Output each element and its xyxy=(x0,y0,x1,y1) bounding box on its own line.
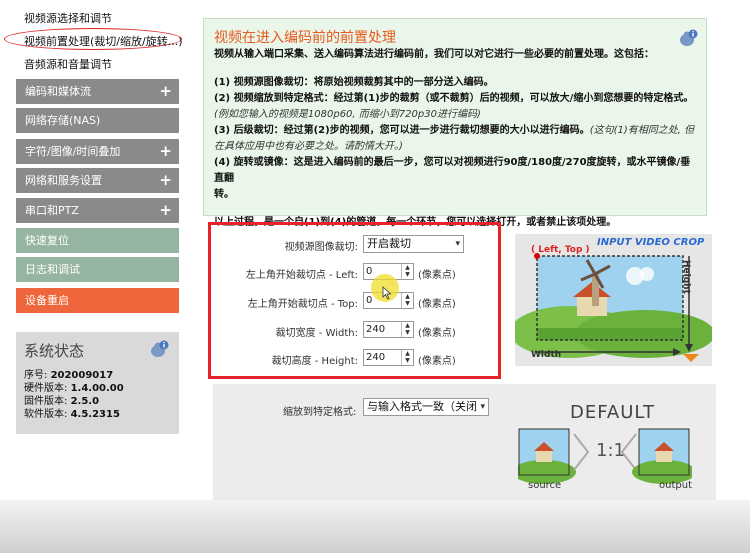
menu-logs-debug[interactable]: 日志和调试 xyxy=(16,257,179,282)
scale-figure-title: DEFAULT xyxy=(570,402,655,423)
menu-label: 网络和服务设置 xyxy=(25,174,102,187)
menu-serial-ptz[interactable]: 串口和PTZ + xyxy=(16,198,179,223)
info-item-1: (1) 视频源图像裁切：将原始视频裁剪其中的一部分送入编码。 xyxy=(214,77,494,88)
spinner-arrows-icon[interactable]: ▲ ▼ xyxy=(401,264,413,279)
crop-width-unit: (像素点) xyxy=(418,328,456,339)
expand-plus-icon: + xyxy=(159,82,172,100)
crop-mode-label: 视频源图像裁切: xyxy=(284,242,358,253)
menu-label: 编码和媒体流 xyxy=(25,85,91,98)
menu-network-services[interactable]: 网络和服务设置 + xyxy=(16,168,179,193)
status-row-firmware: 固件版本: 2.5.0 xyxy=(24,396,100,407)
menu-label: 日志和调试 xyxy=(25,263,80,276)
info-panel: 视频在进入编码前的前置处理 视频从输入端口采集、送入编码算法进行编码前，我们可以… xyxy=(203,18,707,228)
menu-quick-reset[interactable]: 快速复位 xyxy=(16,228,179,253)
menu-device-reboot[interactable]: 设备重启 xyxy=(16,288,179,313)
status-row-serial: 序号: 202009017 xyxy=(24,370,114,381)
crop-figure-title: INPUT VIDEO CROP xyxy=(597,237,705,248)
info-person-icon xyxy=(151,340,169,357)
menu-label: 设备重启 xyxy=(25,294,69,307)
scale-format-select[interactable]: 与输入格式一致（关闭 ▾ xyxy=(363,398,489,416)
crop-height-label: 裁切高度 - Height: xyxy=(271,356,358,367)
spinner-arrows-icon[interactable]: ▲ ▼ xyxy=(401,350,413,365)
nav-link-video-preprocess[interactable]: 视频前置处理(裁切/缩放/旋转...) xyxy=(24,33,182,49)
menu-label: 字符/图像/时间叠加 xyxy=(25,145,121,158)
crop-height-unit: (像素点) xyxy=(418,356,456,367)
crop-mode-select[interactable]: 开启裁切 ▾ xyxy=(363,235,464,253)
status-title: 系统状态 xyxy=(24,342,85,360)
menu-network-storage[interactable]: 网络存储(NAS) xyxy=(16,108,179,133)
scale-label: 缩放到特定格式: xyxy=(283,407,357,418)
spinner-arrows-icon[interactable]: ▲ ▼ xyxy=(401,293,413,308)
chevron-down-icon: ▾ xyxy=(480,402,485,412)
nav-link-video-source[interactable]: 视频源选择和调节 xyxy=(24,10,112,26)
expand-plus-icon: + xyxy=(159,171,172,189)
info-item-3: (3) 后级裁切：经过第(2)步的视频，您可以进一步进行裁切想要的大小以进行编码… xyxy=(214,125,695,152)
chevron-down-icon: ▾ xyxy=(455,239,460,249)
crop-figure-corner: ( Left, Top ) xyxy=(531,245,590,255)
crop-width-input[interactable]: 240 ▲ ▼ xyxy=(363,321,414,338)
crop-width-label: 裁切宽度 - Width: xyxy=(275,328,358,339)
status-row-hardware: 硬件版本: 1.4.00.00 xyxy=(24,383,124,394)
info-item-2: (2) 视频缩放到特定格式：经过第(1)步的裁剪（或不裁剪）后的视频，可以放大/… xyxy=(214,93,694,120)
menu-label: 网络存储(NAS) xyxy=(25,114,101,127)
expand-plus-icon: + xyxy=(159,201,172,219)
menu-label: 串口和PTZ xyxy=(25,204,79,217)
info-person-icon xyxy=(680,29,698,46)
crop-top-unit: (像素点) xyxy=(418,299,456,310)
bottom-fade xyxy=(0,500,750,553)
crop-top-label: 左上角开始裁切点 - Top: xyxy=(247,299,358,310)
menu-encoding-streams[interactable]: 编码和媒体流 + xyxy=(16,79,179,104)
crop-illustration: INPUT VIDEO CROP ( Left, Top ) Width Hei… xyxy=(510,234,715,366)
info-title: 视频在进入编码前的前置处理 xyxy=(214,30,396,46)
nav-link-audio-source[interactable]: 音频源和音量调节 xyxy=(24,56,112,72)
pointer-cursor-icon xyxy=(382,286,392,300)
crop-height-input[interactable]: 240 ▲ ▼ xyxy=(363,349,414,366)
status-row-software: 软件版本: 4.5.2315 xyxy=(24,409,120,420)
crop-figure-height: Height xyxy=(681,260,691,294)
expand-plus-icon: + xyxy=(159,142,172,160)
crop-left-label: 左上角开始裁切点 - Left: xyxy=(245,270,358,281)
crop-left-unit: (像素点) xyxy=(418,270,456,281)
menu-overlay[interactable]: 字符/图像/时间叠加 + xyxy=(16,139,179,164)
info-intro: 视频从输入端口采集、送入编码算法进行编码前，我们可以对它进行一些必要的前置处理。… xyxy=(214,49,654,60)
scale-source-label: source xyxy=(528,480,562,491)
spinner-arrows-icon[interactable]: ▲ ▼ xyxy=(401,322,413,337)
scale-output-label: output xyxy=(659,480,692,491)
crop-figure-width: Width xyxy=(531,350,562,360)
menu-label: 快速复位 xyxy=(25,234,69,247)
scale-ratio: 1:1 xyxy=(596,440,625,461)
info-item-4: (4) 旋转或镜像：这是进入编码前的最后一步，您可以对视频进行90度/180度/… xyxy=(214,157,691,200)
scale-section: 缩放到特定格式: 与输入格式一致（关闭 ▾ DEFAULT 1:1 source … xyxy=(213,384,716,500)
